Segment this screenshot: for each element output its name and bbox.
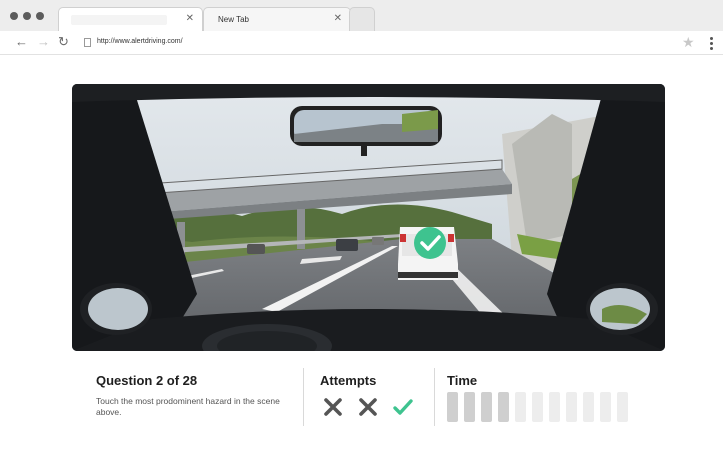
timer-segment [447, 392, 458, 422]
driving-scene[interactable] [72, 84, 665, 351]
browser-toolbar: ← → ↻ http://www.alertdriving.com/ ★ [0, 31, 723, 55]
question-text: Touch the most prodominent hazard in the… [96, 396, 280, 417]
tab-new-tab[interactable]: New Tab ✕ [203, 7, 351, 31]
timer-segment [600, 392, 611, 422]
back-arrow-icon[interactable]: ← [15, 34, 28, 50]
timer-segment [549, 392, 560, 422]
question-title: Question 2 of 28 [96, 373, 198, 388]
attempts-title: Attempts [320, 373, 377, 388]
reload-icon[interactable]: ↻ [58, 34, 69, 50]
new-tab-button[interactable] [349, 7, 375, 31]
window-minimize-dot[interactable] [23, 12, 31, 20]
tab-title-placeholder [71, 15, 167, 25]
browser-tab-bar: ✕ New Tab ✕ [0, 0, 723, 31]
close-icon[interactable]: ✕ [186, 13, 194, 25]
check-mark-icon [393, 399, 413, 415]
window-maximize-dot[interactable] [36, 12, 44, 20]
timer-segment [566, 392, 577, 422]
tab-active[interactable]: ✕ [58, 7, 203, 31]
x-mark-icon [324, 398, 342, 416]
check-circle-icon[interactable] [413, 226, 447, 260]
x-mark-icon [359, 398, 377, 416]
timer-segment [481, 392, 492, 422]
timer-segment [532, 392, 543, 422]
timer-segment [464, 392, 475, 422]
page-icon [84, 38, 91, 47]
close-icon[interactable]: ✕ [334, 13, 342, 25]
menu-dots-icon[interactable] [710, 37, 713, 52]
bookmark-star-icon[interactable]: ★ [682, 34, 695, 50]
scene-illustration [72, 84, 665, 351]
forward-arrow-icon[interactable]: → [37, 34, 50, 50]
time-title: Time [447, 373, 478, 388]
timer-segment [515, 392, 526, 422]
timer-segment [583, 392, 594, 422]
timer-segment [498, 392, 509, 422]
window-close-dot[interactable] [10, 12, 18, 20]
divider [303, 368, 304, 426]
divider [434, 368, 435, 426]
tab-new-tab-label: New Tab [218, 15, 249, 24]
timer-segment [617, 392, 628, 422]
address-bar[interactable]: http://www.alertdriving.com/ [97, 38, 183, 45]
